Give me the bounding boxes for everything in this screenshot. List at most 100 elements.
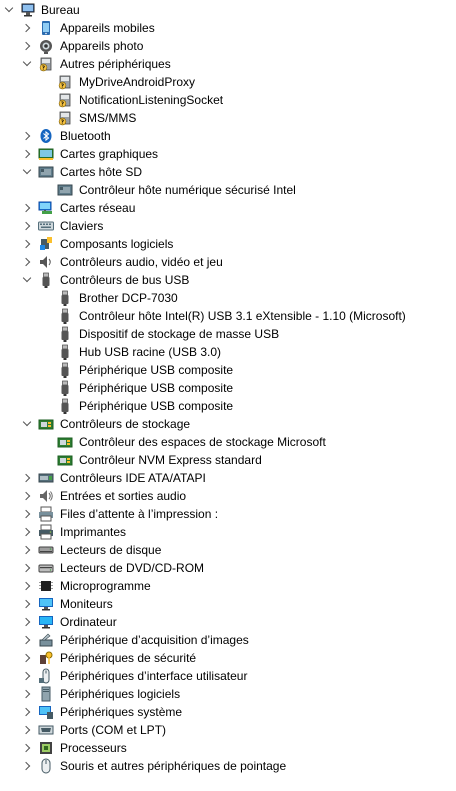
tree-category-label: Souris et autres périphériques de pointa… (60, 759, 287, 773)
chevron-right-icon[interactable] (21, 595, 35, 613)
bluetooth-icon (38, 128, 54, 144)
tree-category-label: Cartes réseau (60, 201, 136, 215)
tree-category[interactable]: Appareils mobiles (0, 19, 456, 37)
chevron-right-icon[interactable] (21, 19, 35, 37)
tree-category-label: Imprimantes (60, 525, 127, 539)
tree-category[interactable]: Périphériques système (0, 703, 456, 721)
usb-icon (57, 344, 73, 360)
tree-category[interactable]: Périphériques logiciels (0, 685, 456, 703)
tree-category[interactable]: Lecteurs de DVD/CD-ROM (0, 559, 456, 577)
tree-category-label: Périphériques d’interface utilisateur (60, 669, 248, 683)
tree-device[interactable]: Dispositif de stockage de masse USB (0, 325, 456, 343)
tree-device[interactable]: Contrôleur NVM Express standard (0, 451, 456, 469)
tree-device[interactable]: Périphérique USB composite (0, 379, 456, 397)
tree-category[interactable]: Processeurs (0, 739, 456, 757)
chevron-right-icon[interactable] (21, 199, 35, 217)
chevron-right-icon[interactable] (21, 523, 35, 541)
svg-text:?: ? (61, 119, 64, 125)
chevron-right-icon[interactable] (21, 145, 35, 163)
chevron-right-icon[interactable] (21, 37, 35, 55)
chevron-down-icon[interactable] (21, 55, 35, 73)
tree-device[interactable]: Brother DCP-7030 (0, 289, 456, 307)
tree-category[interactable]: Périphériques de sécurité (0, 649, 456, 667)
tree-category[interactable]: Périphériques d’interface utilisateur (0, 667, 456, 685)
tree-category[interactable]: Contrôleurs de stockage (0, 415, 456, 433)
tree-category[interactable]: Composants logiciels (0, 235, 456, 253)
chevron-right-icon[interactable] (21, 721, 35, 739)
tree-category[interactable]: Files d’attente à l’impression : (0, 505, 456, 523)
chevron-down-icon[interactable] (21, 163, 35, 181)
tree-category[interactable]: Contrôleurs de bus USB (0, 271, 456, 289)
tree-device-label: Périphérique USB composite (79, 381, 234, 395)
tree-category[interactable]: Périphérique d’acquisition d’images (0, 631, 456, 649)
tree-category-label: Moniteurs (60, 597, 113, 611)
tree-category-label: Cartes graphiques (60, 147, 159, 161)
tree-device[interactable]: Contrôleur hôte numérique sécurisé Intel (0, 181, 456, 199)
monitor-icon (38, 596, 54, 612)
tree-device[interactable]: ? SMS/MMS (0, 109, 456, 127)
tree-category[interactable]: Claviers (0, 217, 456, 235)
tree-device[interactable]: Hub USB racine (USB 3.0) (0, 343, 456, 361)
chevron-right-icon[interactable] (21, 685, 35, 703)
tree-category[interactable]: Appareils photo (0, 37, 456, 55)
chevron-right-icon[interactable] (21, 631, 35, 649)
chevron-right-icon[interactable] (21, 487, 35, 505)
chevron-right-icon[interactable] (21, 127, 35, 145)
chevron-right-icon[interactable] (21, 505, 35, 523)
unknown-device-icon: ? (57, 92, 73, 108)
tree-category[interactable]: Contrôleurs IDE ATA/ATAPI (0, 469, 456, 487)
tree-category-label: Composants logiciels (60, 237, 174, 251)
tree-device[interactable]: ? NotificationListeningSocket (0, 91, 456, 109)
firmware-icon (38, 578, 54, 594)
tree-category[interactable]: Cartes hôte SD (0, 163, 456, 181)
tree-category[interactable]: Imprimantes (0, 523, 456, 541)
tree-device[interactable]: Contrôleur hôte Intel(R) USB 3.1 eXtensi… (0, 307, 456, 325)
tree-category[interactable]: Souris et autres périphériques de pointa… (0, 757, 456, 775)
tree-category[interactable]: Lecteurs de disque (0, 541, 456, 559)
computer-icon (20, 2, 36, 18)
tree-category-label: Contrôleurs IDE ATA/ATAPI (60, 471, 206, 485)
chevron-right-icon[interactable] (21, 217, 35, 235)
tree-category[interactable]: Microprogramme (0, 577, 456, 595)
disk-drive-icon (38, 542, 54, 558)
chevron-right-icon[interactable] (21, 757, 35, 775)
storage-controller-icon (57, 452, 73, 468)
usb-icon (57, 290, 73, 306)
chevron-right-icon[interactable] (21, 613, 35, 631)
chevron-down-icon[interactable] (3, 1, 17, 19)
chevron-right-icon[interactable] (21, 541, 35, 559)
tree-category[interactable]: Ports (COM et LPT) (0, 721, 456, 739)
chevron-right-icon[interactable] (21, 667, 35, 685)
chevron-right-icon[interactable] (21, 703, 35, 721)
imaging-device-icon (38, 632, 54, 648)
chevron-right-icon[interactable] (21, 253, 35, 271)
tree-category-label: Contrôleurs audio, vidéo et jeu (60, 255, 223, 269)
tree-device-label: Périphérique USB composite (79, 363, 234, 377)
tree-category[interactable]: Ordinateur (0, 613, 456, 631)
tree-category[interactable]: Moniteurs (0, 595, 456, 613)
keyboard-icon (38, 218, 54, 234)
tree-category[interactable]: ? Autres périphériques (0, 55, 456, 73)
chevron-right-icon[interactable] (21, 577, 35, 595)
tree-category[interactable]: Entrées et sorties audio (0, 487, 456, 505)
tree-category[interactable]: Cartes réseau (0, 199, 456, 217)
tree-category[interactable]: Bluetooth (0, 127, 456, 145)
chevron-right-icon[interactable] (21, 649, 35, 667)
tree-category-label: Cartes hôte SD (60, 165, 143, 179)
tree-root[interactable]: Bureau (0, 1, 456, 19)
tree-category[interactable]: Cartes graphiques (0, 145, 456, 163)
chevron-right-icon[interactable] (21, 469, 35, 487)
tree-category[interactable]: Contrôleurs audio, vidéo et jeu (0, 253, 456, 271)
tree-device[interactable]: Contrôleur des espaces de stockage Micro… (0, 433, 456, 451)
tree-device[interactable]: Périphérique USB composite (0, 361, 456, 379)
chevron-down-icon[interactable] (21, 271, 35, 289)
chevron-right-icon[interactable] (21, 739, 35, 757)
unknown-device-icon: ? (57, 74, 73, 90)
chevron-right-icon[interactable] (21, 235, 35, 253)
tree-device[interactable]: Périphérique USB composite (0, 397, 456, 415)
security-device-icon (38, 650, 54, 666)
speaker-icon (38, 254, 54, 270)
chevron-down-icon[interactable] (21, 415, 35, 433)
chevron-right-icon[interactable] (21, 559, 35, 577)
tree-device[interactable]: ? MyDriveAndroidProxy (0, 73, 456, 91)
